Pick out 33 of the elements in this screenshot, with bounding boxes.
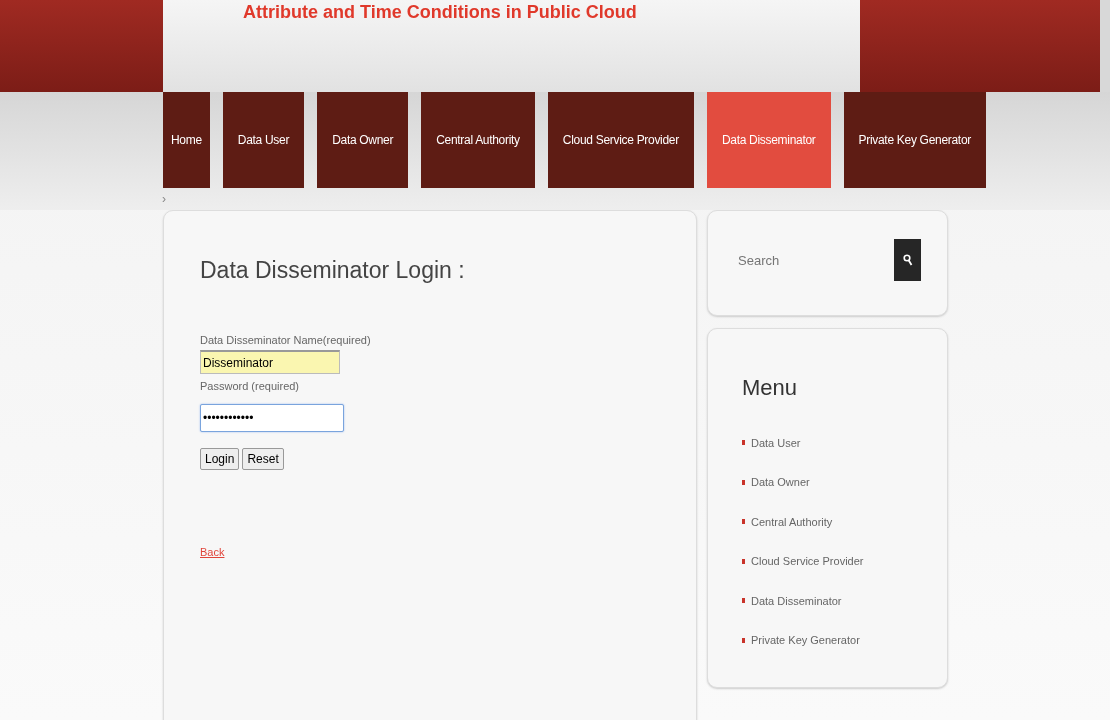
nav-tab[interactable]: Cloud Service Provider <box>547 92 694 188</box>
bullet-icon <box>742 519 745 525</box>
bullet-icon <box>742 440 745 446</box>
site-title: Attribute and Time Conditions in Public Cloud <box>243 2 638 23</box>
nav-tab[interactable]: Home <box>163 92 210 188</box>
login-button[interactable]: Login <box>200 448 240 470</box>
menu-link[interactable]: Data Disseminator <box>751 594 842 607</box>
menu-link[interactable]: Cloud Service Provider <box>751 555 864 568</box>
search-button[interactable] <box>894 239 921 281</box>
password-input[interactable]: •••••••••••• <box>200 404 344 432</box>
field-label: Password (required) <box>200 380 301 392</box>
reset-button[interactable]: Reset <box>242 448 284 470</box>
menu-link[interactable]: Data User <box>751 436 801 449</box>
bullet-icon <box>742 558 745 564</box>
menu-link[interactable]: Central Authority <box>751 515 833 528</box>
nav-tab[interactable]: Data User <box>222 92 305 188</box>
back-link[interactable]: Back <box>200 546 225 558</box>
menu-link[interactable]: Private Key Generator <box>751 634 860 647</box>
nav-tab[interactable]: Data Disseminator <box>706 92 831 188</box>
field-label: Data Disseminator Name(required) <box>200 334 372 346</box>
search-icon <box>902 254 913 266</box>
name-input[interactable]: Disseminator <box>200 350 340 374</box>
bullet-icon <box>742 598 745 604</box>
menu-link[interactable]: Data Owner <box>751 476 810 489</box>
search-input[interactable]: Search <box>736 251 860 269</box>
breadcrumb-arrow: › <box>162 192 166 206</box>
nav-tab[interactable]: Data Owner <box>317 92 409 188</box>
nav-tab[interactable]: Private Key Generator <box>843 92 986 188</box>
nav-tab[interactable]: Central Authority <box>421 92 535 188</box>
login-title: Data Disseminator Login : <box>200 257 466 284</box>
bullet-icon <box>742 479 745 485</box>
bullet-icon <box>742 637 745 643</box>
menu-title: Menu <box>742 375 799 401</box>
